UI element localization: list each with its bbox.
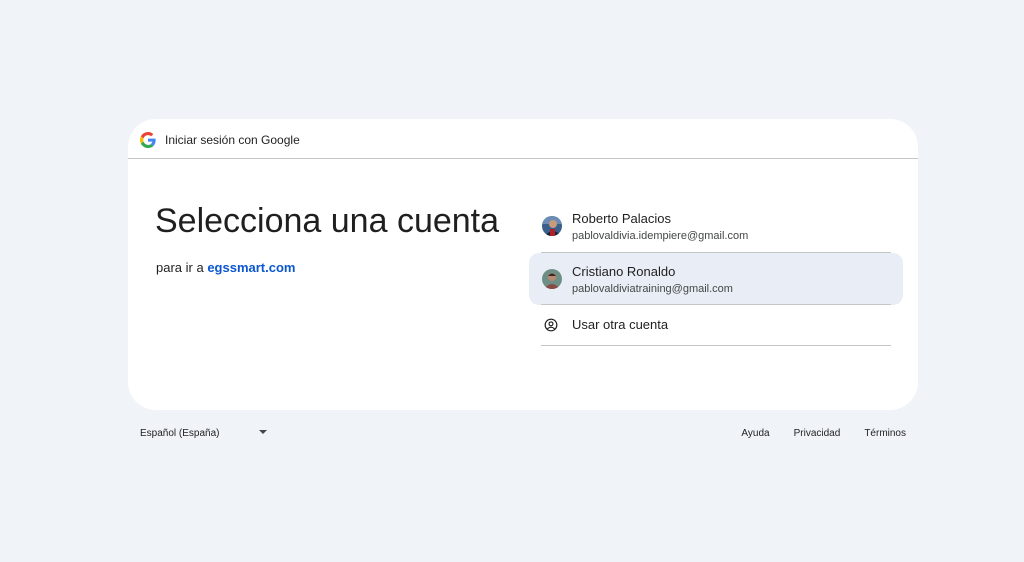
card-header: Iniciar sesión con Google	[128, 119, 918, 159]
profile-photo-icon	[542, 269, 562, 289]
account-email: pablovaldiviatraining@gmail.com	[572, 283, 733, 295]
account-email: pablovaldivia.idempiere@gmail.com	[572, 230, 749, 242]
language-selector[interactable]: Español (España)	[140, 428, 220, 439]
account-name: Cristiano Ronaldo	[572, 264, 676, 279]
chevron-down-icon[interactable]	[259, 430, 267, 434]
account-circle-icon	[544, 318, 558, 332]
header-title: Iniciar sesión con Google	[165, 133, 300, 147]
destination-link[interactable]: egssmart.com	[207, 260, 295, 275]
account-item-roberto-palacios[interactable]: Roberto Palacios pablovaldivia.idempiere…	[541, 200, 891, 253]
account-list: Roberto Palacios pablovaldivia.idempiere…	[529, 200, 903, 346]
google-g-icon	[140, 132, 156, 148]
footer-links: Ayuda Privacidad Términos	[741, 428, 906, 439]
footer-link-help[interactable]: Ayuda	[741, 428, 769, 439]
page-title: Selecciona una cuenta	[155, 202, 500, 240]
destination-line: para ir a egssmart.com	[156, 260, 295, 276]
sign-in-card: Iniciar sesión con Google Selecciona una…	[128, 119, 918, 410]
account-item-cristiano-ronaldo[interactable]: Cristiano Ronaldo pablovaldiviatraining@…	[529, 253, 903, 305]
use-another-account-label: Usar otra cuenta	[572, 317, 669, 332]
use-another-account-button[interactable]: Usar otra cuenta	[541, 305, 891, 346]
profile-photo-icon	[542, 216, 562, 236]
footer-link-terms[interactable]: Términos	[864, 428, 906, 439]
footer-link-privacy[interactable]: Privacidad	[794, 428, 841, 439]
account-name: Roberto Palacios	[572, 211, 671, 226]
destination-prefix: para ir a	[156, 260, 204, 275]
footer: Español (España) Ayuda Privacidad Términ…	[128, 425, 918, 445]
